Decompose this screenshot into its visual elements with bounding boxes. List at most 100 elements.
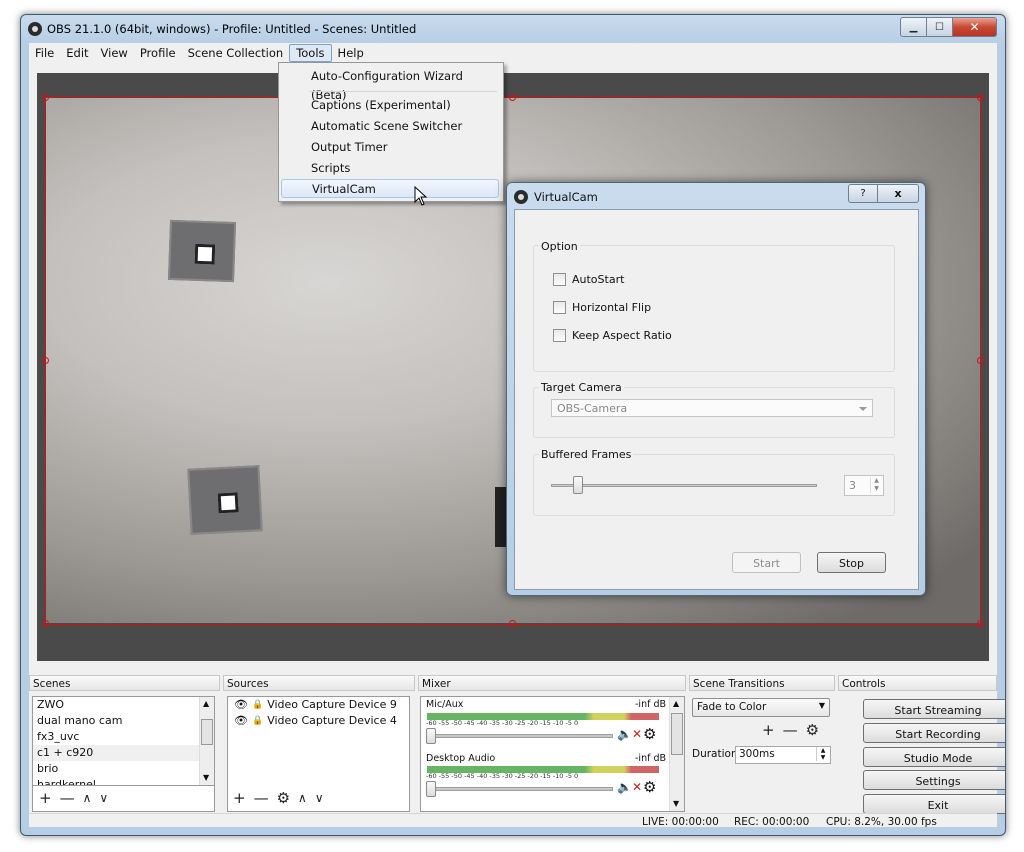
resize-handle[interactable] (977, 620, 984, 627)
scenes-list[interactable]: ZWO dual mano cam fx3_uvc c1 + c920 brio… (32, 696, 215, 786)
menu-separator (309, 91, 497, 92)
move-down-icon[interactable]: ∨ (99, 791, 108, 805)
lock-icon[interactable]: 🔒 (252, 697, 263, 713)
menu-help[interactable]: Help (332, 44, 370, 62)
checkbox-box[interactable] (553, 272, 566, 286)
menu-item-auto-config[interactable]: Auto-Configuration Wizard (Beta) (281, 67, 499, 102)
resize-handle[interactable] (977, 94, 984, 101)
source-settings-gear-icon[interactable]: ⚙ (277, 789, 290, 807)
menu-profile[interactable]: Profile (134, 44, 182, 62)
minimize-button[interactable]: ▁ (900, 17, 927, 37)
remove-scene-icon[interactable]: — (60, 789, 75, 807)
resize-handle[interactable] (977, 357, 984, 364)
menu-item-virtualcam[interactable]: VirtualCam (281, 179, 499, 198)
buffered-frames-slider[interactable] (551, 484, 817, 487)
volume-slider[interactable] (429, 734, 613, 738)
remove-source-icon[interactable]: — (254, 789, 269, 807)
start-streaming-button[interactable]: Start Streaming (863, 699, 1005, 719)
move-up-icon[interactable]: ∧ (298, 791, 307, 805)
stop-button[interactable]: Stop (817, 552, 886, 573)
resize-handle[interactable] (42, 357, 49, 364)
menu-scene-collection[interactable]: Scene Collection (182, 44, 290, 62)
duration-spinbox[interactable]: 300ms ▲ ▼ (735, 746, 831, 764)
volume-slider-thumb[interactable] (426, 728, 436, 744)
source-item[interactable]: 👁 🔒 Video Capture Device 4 (228, 713, 409, 729)
menu-item-scene-switcher[interactable]: Automatic Scene Switcher (281, 117, 499, 136)
menu-file[interactable]: File (29, 44, 60, 62)
autostart-checkbox[interactable]: AutoStart (553, 271, 624, 287)
remove-transition-icon[interactable]: — (783, 721, 798, 739)
resize-handle[interactable] (509, 94, 516, 101)
mixer-gear-icon[interactable]: ⚙ (643, 778, 656, 796)
transition-gear-icon[interactable]: ⚙ (806, 721, 819, 739)
scene-item[interactable]: dual mano cam (33, 713, 214, 729)
menu-item-output-timer[interactable]: Output Timer (281, 138, 499, 157)
duration-value: 300ms (739, 748, 775, 760)
scroll-up-icon[interactable]: ▲ (203, 699, 209, 708)
move-down-icon[interactable]: ∨ (315, 791, 324, 805)
menu-view[interactable]: View (95, 44, 134, 62)
resize-handle[interactable] (42, 94, 49, 101)
studio-mode-button[interactable]: Studio Mode (863, 747, 1005, 767)
scene-item[interactable]: hardkernel (33, 777, 214, 785)
scroll-up-icon[interactable]: ▲ (673, 699, 679, 708)
scene-item[interactable]: fx3_uvc (33, 729, 214, 745)
spin-arrows-icon[interactable]: ▲ ▼ (816, 747, 829, 761)
target-camera-select[interactable]: OBS-Camera (551, 399, 873, 417)
mixer-channel-level: -inf dB (635, 753, 667, 764)
scroll-down-icon[interactable]: ▼ (673, 799, 679, 808)
mute-icon[interactable]: 🔈✕ (617, 780, 642, 794)
start-recording-button[interactable]: Start Recording (863, 723, 1005, 743)
mute-icon[interactable]: 🔈✕ (617, 727, 642, 741)
transition-tools: + — ⚙ (762, 721, 827, 739)
eye-icon[interactable]: 👁 (234, 697, 248, 713)
lock-icon[interactable]: 🔒 (252, 713, 263, 729)
mixer-scrollbar[interactable]: ▲ ▼ (669, 697, 684, 811)
scroll-thumb[interactable] (201, 719, 213, 745)
source-item[interactable]: 👁 🔒 Video Capture Device 9 (228, 697, 409, 713)
resize-handle[interactable] (509, 620, 516, 627)
scenes-scrollbar[interactable]: ▲ ▼ (199, 697, 214, 785)
eye-icon[interactable]: 👁 (234, 713, 248, 729)
rec-timer: REC: 00:00:00 (734, 816, 810, 828)
dialog-title-bar[interactable]: VirtualCam ? x (507, 183, 925, 209)
title-bar[interactable]: OBS 21.1.0 (64bit, windows) - Profile: U… (21, 15, 1005, 43)
menu-item-scripts[interactable]: Scripts (281, 159, 499, 178)
exit-button[interactable]: Exit (863, 794, 1005, 814)
add-scene-icon[interactable]: + (39, 789, 52, 807)
settings-button[interactable]: Settings (863, 770, 1005, 790)
buffered-frames-label: Buffered Frames (539, 448, 634, 461)
scene-item[interactable]: brio (33, 761, 214, 777)
menu-edit[interactable]: Edit (60, 44, 94, 62)
keep-aspect-ratio-checkbox[interactable]: Keep Aspect Ratio (553, 327, 672, 343)
horizontal-flip-checkbox[interactable]: Horizontal Flip (553, 299, 651, 315)
mouse-cursor-icon (414, 185, 428, 209)
checkbox-box[interactable] (553, 300, 566, 314)
mixer-gear-icon[interactable]: ⚙ (643, 725, 656, 743)
target-camera-value: OBS-Camera (557, 402, 628, 415)
scene-item[interactable]: ZWO (33, 697, 214, 713)
add-transition-icon[interactable]: + (762, 721, 775, 739)
volume-slider-thumb[interactable] (426, 781, 436, 797)
buffered-frames-slider-thumb[interactable] (573, 476, 584, 494)
spin-arrows-icon[interactable]: ▲ ▼ (870, 477, 882, 493)
move-up-icon[interactable]: ∧ (83, 791, 92, 805)
scroll-down-icon[interactable]: ▼ (203, 773, 209, 782)
checkbox-box[interactable] (553, 328, 566, 342)
help-button[interactable]: ? (848, 184, 878, 203)
add-source-icon[interactable]: + (233, 789, 246, 807)
mixer-channel-name: Mic/Aux (426, 699, 464, 710)
resize-handle[interactable] (42, 620, 49, 627)
maximize-button[interactable]: ☐ (927, 17, 953, 37)
close-button[interactable]: ✕ (953, 17, 997, 37)
dialog-close-button[interactable]: x (877, 184, 919, 203)
scene-item-selected[interactable]: c1 + c920 (33, 745, 214, 761)
buffered-frames-spinbox[interactable]: 3 ▲ ▼ (844, 475, 884, 496)
start-button[interactable]: Start (732, 552, 801, 573)
tools-menu: Auto-Configuration Wizard (Beta) Caption… (278, 62, 504, 202)
scroll-thumb[interactable] (671, 713, 683, 755)
transition-select[interactable]: Fade to Color ▼ (692, 698, 830, 717)
menu-tools[interactable]: Tools (289, 44, 332, 62)
menu-item-captions[interactable]: Captions (Experimental) (281, 96, 499, 115)
volume-slider[interactable] (429, 787, 613, 791)
